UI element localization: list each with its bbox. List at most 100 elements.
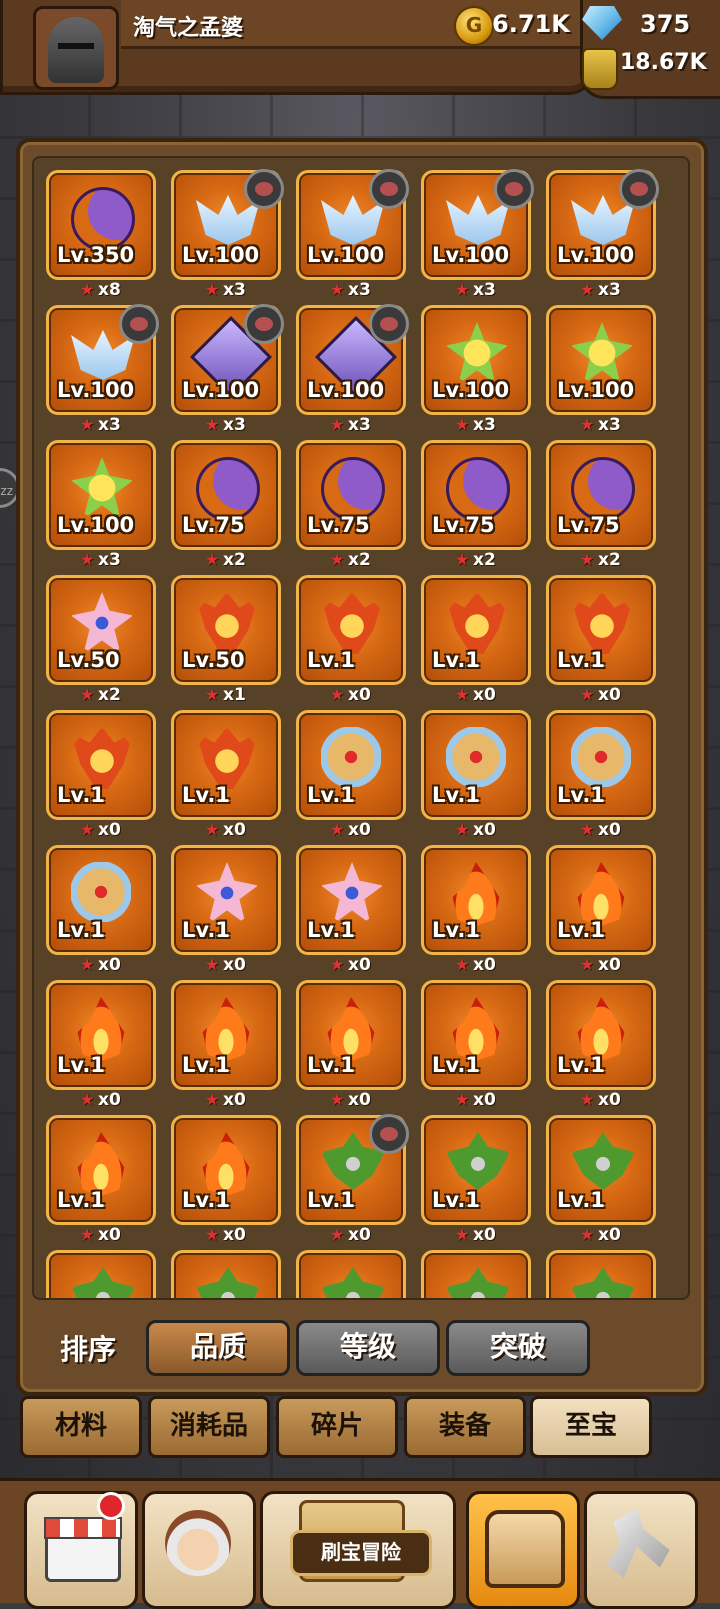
star-icon: ★ (330, 550, 345, 569)
nav-forge-button[interactable] (584, 1491, 698, 1609)
artifact-level: Lv.1 (432, 648, 480, 672)
shop-icon (44, 1517, 122, 1582)
artifact-count: x3 (98, 550, 121, 570)
artifact-count: x3 (348, 280, 371, 300)
artifact-item[interactable]: Lv.1 ★ x0 (171, 1115, 281, 1250)
star-icon: ★ (580, 1090, 595, 1109)
hero-icon (165, 1510, 231, 1576)
artifact-count: x0 (223, 1225, 246, 1245)
artifact-tile: Lv.1 (171, 710, 281, 820)
artifact-item[interactable]: Lv.1 ★ x0 (421, 1115, 531, 1250)
star-icon: ★ (80, 415, 95, 434)
artifact-item[interactable]: Lv.75 ★ x2 (421, 440, 531, 575)
sort-quality-button[interactable]: 品质 (146, 1320, 290, 1376)
artifact-item[interactable] (546, 1250, 656, 1298)
artifact-item[interactable]: Lv.1 ★ x0 (546, 980, 656, 1115)
artifact-item[interactable] (46, 1250, 156, 1298)
star-icon: ★ (80, 1225, 95, 1244)
artifact-item[interactable]: Lv.100 ★ x3 (296, 169, 409, 305)
cross-shield-icon (321, 727, 381, 787)
artifact-item[interactable] (171, 1250, 281, 1298)
artifact-item[interactable] (421, 1250, 531, 1298)
artifact-level: Lv.100 (57, 378, 135, 402)
artifact-item[interactable]: Lv.1 ★ x0 (296, 1114, 409, 1250)
sort-level-button[interactable]: 等级 (296, 1320, 440, 1376)
artifact-item[interactable]: Lv.1 ★ x0 (546, 845, 656, 980)
artifact-item[interactable] (296, 1250, 406, 1298)
artifact-item[interactable]: Lv.1 ★ x0 (296, 980, 406, 1115)
artifact-item[interactable]: Lv.1 ★ x0 (546, 575, 656, 710)
artifact-item[interactable]: Lv.1 ★ x0 (171, 980, 281, 1115)
artifact-item[interactable]: Lv.100 ★ x3 (46, 304, 159, 440)
crescent-moon-icon (321, 457, 385, 521)
artifact-item[interactable]: Lv.1 ★ x0 (421, 575, 531, 710)
nav-hero-button[interactable] (142, 1491, 256, 1609)
artifact-item[interactable]: Lv.75 ★ x2 (296, 440, 406, 575)
artifact-tile: Lv.100 (546, 305, 656, 415)
artifact-item[interactable]: Lv.100 ★ x3 (421, 169, 534, 305)
artifact-level: Lv.1 (557, 918, 605, 942)
star-icon: ★ (455, 820, 470, 839)
fire-icon (77, 997, 125, 1061)
artifact-count: x0 (598, 955, 621, 975)
nav-bag-button[interactable] (466, 1491, 580, 1609)
sort-breakthrough-button[interactable]: 突破 (446, 1320, 590, 1376)
artifact-item[interactable]: Lv.1 ★ x0 (171, 845, 281, 980)
artifact-item[interactable]: Lv.100 ★ x3 (421, 305, 531, 440)
artifact-item[interactable]: Lv.1 ★ x0 (421, 710, 531, 845)
artifact-item[interactable]: Lv.75 ★ x2 (171, 440, 281, 575)
player-avatar[interactable] (33, 6, 119, 90)
leaf-crest-icon (446, 1267, 510, 1298)
artifact-item[interactable]: Lv.350 ★ x8 (46, 170, 156, 305)
artifact-count: x0 (598, 1225, 621, 1245)
artifact-item[interactable]: Lv.50 ★ x1 (171, 575, 281, 710)
equipped-hero-icon (494, 169, 534, 209)
artifact-item[interactable]: Lv.1 ★ x0 (46, 710, 156, 845)
artifact-item[interactable]: Lv.100 ★ x3 (546, 305, 656, 440)
artifact-item[interactable]: Lv.1 ★ x0 (171, 710, 281, 845)
star-icon: ★ (330, 955, 345, 974)
artifact-item[interactable]: Lv.100 ★ x3 (46, 440, 156, 575)
star-icon: ★ (330, 820, 345, 839)
leaf-crest-icon (571, 1267, 635, 1298)
potion-amount: 18.67K (620, 50, 707, 75)
tab-treasures[interactable]: 至宝 (530, 1396, 652, 1458)
nav-shop-button[interactable] (24, 1491, 138, 1609)
star-icon: ★ (330, 1090, 345, 1109)
artifact-item[interactable]: Lv.1 ★ x0 (46, 845, 156, 980)
star-icon: ★ (80, 1090, 95, 1109)
artifact-count: x2 (473, 550, 496, 570)
artifact-tile: Lv.50 (171, 575, 281, 685)
artifact-item[interactable]: Lv.1 ★ x0 (46, 980, 156, 1115)
artifact-list[interactable]: Lv.350 ★ x8 Lv.100 ★ x3 Lv.100 ★ x3 Lv.100 ★ x3 Lv.1… (32, 156, 690, 1300)
artifact-level: Lv.100 (182, 378, 260, 402)
gold-amount: 6.71K (492, 10, 570, 38)
fire-icon (577, 997, 625, 1061)
artifact-item[interactable]: Lv.1 ★ x0 (421, 845, 531, 980)
artifact-tile: Lv.1 (171, 1115, 281, 1225)
fire-icon (577, 862, 625, 926)
tab-materials[interactable]: 材料 (20, 1396, 142, 1458)
artifact-item[interactable]: Lv.75 ★ x2 (546, 440, 656, 575)
tab-consumables[interactable]: 消耗品 (148, 1396, 270, 1458)
crescent-moon-icon (571, 457, 635, 521)
artifact-item[interactable]: Lv.100 ★ x3 (296, 304, 409, 440)
leaf-crest-icon (571, 1132, 635, 1190)
artifact-item[interactable]: Lv.1 ★ x0 (546, 1115, 656, 1250)
artifact-item[interactable]: Lv.100 ★ x3 (171, 304, 284, 440)
artifact-item[interactable]: Lv.1 ★ x0 (296, 710, 406, 845)
artifact-item[interactable]: Lv.1 ★ x0 (296, 575, 406, 710)
artifact-item[interactable]: Lv.100 ★ x3 (546, 169, 659, 305)
tab-fragments[interactable]: 碎片 (276, 1396, 398, 1458)
artifact-tile: Lv.100 (171, 304, 284, 415)
artifact-item[interactable]: Lv.1 ★ x0 (546, 710, 656, 845)
pink-flower-icon (321, 862, 383, 924)
artifact-item[interactable]: Lv.50 ★ x2 (46, 575, 156, 710)
artifact-item[interactable]: Lv.1 ★ x0 (421, 980, 531, 1115)
artifact-item[interactable]: Lv.100 ★ x3 (171, 169, 284, 305)
fire-icon (452, 997, 500, 1061)
artifact-item[interactable]: Lv.1 ★ x0 (296, 845, 406, 980)
artifact-item[interactable]: Lv.1 ★ x0 (46, 1115, 156, 1250)
star-icon: ★ (205, 820, 220, 839)
tab-equipment[interactable]: 装备 (404, 1396, 526, 1458)
